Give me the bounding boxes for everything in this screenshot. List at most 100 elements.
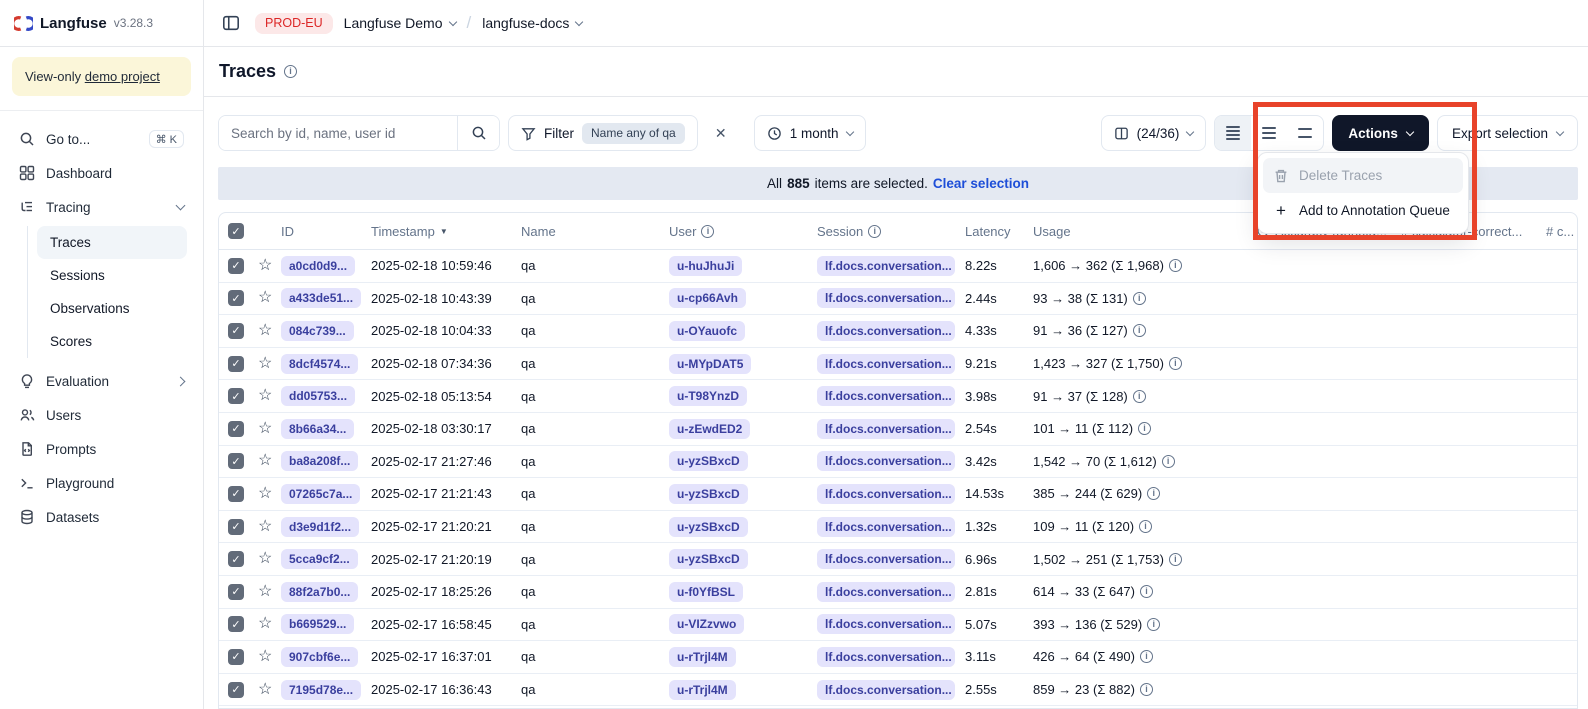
filter-button[interactable]: Filter Name any of qa — [508, 115, 698, 151]
column-header-latency[interactable]: Latency — [963, 224, 1031, 239]
column-header-session[interactable]: Sessioni — [815, 224, 963, 239]
trace-id-badge[interactable]: 907cbf6e... — [281, 647, 358, 667]
session-badge[interactable]: lf.docs.conversation... — [817, 582, 955, 602]
row-checkbox[interactable]: ✓ — [228, 486, 244, 502]
session-badge[interactable]: lf.docs.conversation... — [817, 549, 955, 569]
usage-info-icon[interactable]: i — [1162, 455, 1175, 468]
sidebar-item-observations[interactable]: Observations — [37, 292, 187, 325]
star-icon[interactable]: ☆ — [258, 356, 272, 372]
user-badge[interactable]: u-VIZzvwo — [669, 614, 744, 634]
usage-info-icon[interactable]: i — [1140, 683, 1153, 696]
user-badge[interactable]: u-f0YfBSL — [669, 582, 743, 602]
row-checkbox[interactable]: ✓ — [228, 453, 244, 469]
user-badge[interactable]: u-yzSBxcD — [669, 451, 748, 471]
sidebar-item-sessions[interactable]: Sessions — [37, 259, 187, 292]
session-badge[interactable]: lf.docs.conversation... — [817, 484, 955, 504]
row-checkbox[interactable]: ✓ — [228, 584, 244, 600]
star-icon[interactable]: ☆ — [258, 519, 272, 535]
usage-info-icon[interactable]: i — [1138, 422, 1151, 435]
sidebar-item-playground[interactable]: Playground — [10, 466, 193, 500]
column-header-name[interactable]: Name — [519, 224, 667, 239]
user-badge[interactable]: u-rTrjl4M — [669, 680, 736, 700]
row-checkbox[interactable]: ✓ — [228, 519, 244, 535]
usage-info-icon[interactable]: i — [1147, 618, 1160, 631]
usage-info-icon[interactable]: i — [1133, 390, 1146, 403]
row-checkbox[interactable]: ✓ — [228, 551, 244, 567]
row-checkbox[interactable]: ✓ — [228, 682, 244, 698]
row-checkbox[interactable]: ✓ — [228, 290, 244, 306]
star-icon[interactable]: ☆ — [258, 453, 272, 469]
trace-id-badge[interactable]: d3e9d1f2... — [281, 517, 359, 537]
menu-item-add-to-annotation-queue[interactable]: +Add to Annotation Queue — [1263, 193, 1463, 228]
trace-id-badge[interactable]: dd05753... — [281, 386, 355, 406]
star-icon[interactable]: ☆ — [258, 323, 272, 339]
sidebar-item-dashboard[interactable]: Dashboard — [10, 156, 193, 190]
usage-info-icon[interactable]: i — [1147, 487, 1160, 500]
user-badge[interactable]: u-OYauofc — [669, 321, 745, 341]
row-height-small-button[interactable] — [1215, 116, 1251, 150]
row-checkbox[interactable]: ✓ — [228, 649, 244, 665]
star-icon[interactable]: ☆ — [258, 290, 272, 306]
project-selector[interactable]: langfuse-docs — [482, 15, 582, 31]
row-checkbox[interactable]: ✓ — [228, 323, 244, 339]
user-badge[interactable]: u-zEwdED2 — [669, 419, 750, 439]
select-all-checkbox[interactable]: ✓ — [228, 223, 244, 239]
usage-info-icon[interactable]: i — [1140, 585, 1153, 598]
usage-info-icon[interactable]: i — [1140, 650, 1153, 663]
session-badge[interactable]: lf.docs.conversation... — [817, 386, 955, 406]
clear-filter-icon[interactable]: ✕ — [706, 118, 736, 148]
sidebar-item-goto[interactable]: Go to... ⌘ K — [10, 122, 193, 156]
row-checkbox[interactable]: ✓ — [228, 258, 244, 274]
column-header-usage[interactable]: Usage — [1031, 224, 1246, 239]
session-badge[interactable]: lf.docs.conversation... — [817, 354, 955, 374]
row-height-medium-button[interactable] — [1251, 116, 1287, 150]
star-icon[interactable]: ☆ — [258, 682, 272, 698]
star-icon[interactable]: ☆ — [258, 551, 272, 567]
user-badge[interactable]: u-MYpDAT5 — [669, 354, 751, 374]
session-badge[interactable]: lf.docs.conversation... — [817, 288, 955, 308]
column-info-icon[interactable]: i — [868, 225, 881, 238]
star-icon[interactable]: ☆ — [258, 649, 272, 665]
trace-id-badge[interactable]: b669529... — [281, 614, 354, 634]
trace-id-badge[interactable]: 7195d78e... — [281, 680, 361, 700]
sidebar-item-datasets[interactable]: Datasets — [10, 500, 193, 534]
row-height-large-button[interactable] — [1287, 116, 1323, 150]
column-info-icon[interactable]: i — [701, 225, 714, 238]
usage-info-icon[interactable]: i — [1133, 292, 1146, 305]
time-range-selector[interactable]: 1 month — [754, 115, 866, 151]
column-visibility-button[interactable]: (24/36) — [1101, 115, 1207, 151]
trace-id-badge[interactable]: ba8a208f... — [281, 451, 358, 471]
star-icon[interactable]: ☆ — [258, 486, 272, 502]
trace-id-badge[interactable]: 8dcf4574... — [281, 354, 358, 374]
usage-info-icon[interactable]: i — [1133, 324, 1146, 337]
column-header--c-[interactable]: # c... — [1536, 224, 1577, 239]
trace-id-badge[interactable]: 5cca9cf2... — [281, 549, 358, 569]
session-badge[interactable]: lf.docs.conversation... — [817, 680, 955, 700]
star-icon[interactable]: ☆ — [258, 421, 272, 437]
sidebar-item-users[interactable]: Users — [10, 398, 193, 432]
row-checkbox[interactable]: ✓ — [228, 356, 244, 372]
sidebar-item-tracing[interactable]: Tracing — [10, 190, 193, 224]
trace-id-badge[interactable]: a433de51... — [281, 288, 361, 308]
session-badge[interactable]: lf.docs.conversation... — [817, 517, 955, 537]
trace-id-badge[interactable]: 8b66a34... — [281, 419, 354, 439]
search-input[interactable] — [219, 116, 457, 150]
column-header-id[interactable]: ID — [279, 224, 369, 239]
column-header-timestamp[interactable]: Timestamp▼ — [369, 224, 519, 239]
session-badge[interactable]: lf.docs.conversation... — [817, 647, 955, 667]
star-icon[interactable]: ☆ — [258, 584, 272, 600]
session-badge[interactable]: lf.docs.conversation... — [817, 256, 955, 276]
sidebar-item-scores[interactable]: Scores — [37, 325, 187, 358]
menu-item-delete-traces[interactable]: Delete Traces — [1263, 158, 1463, 193]
export-selection-button[interactable]: Export selection — [1437, 115, 1578, 151]
user-badge[interactable]: u-T98YnzD — [669, 386, 747, 406]
session-badge[interactable]: lf.docs.conversation... — [817, 419, 955, 439]
user-badge[interactable]: u-rTrjl4M — [669, 647, 736, 667]
star-icon[interactable]: ☆ — [258, 616, 272, 632]
star-icon[interactable]: ☆ — [258, 258, 272, 274]
search-submit-icon[interactable] — [457, 116, 499, 150]
user-badge[interactable]: u-yzSBxcD — [669, 549, 748, 569]
trace-id-badge[interactable]: 07265c7a... — [281, 484, 360, 504]
demo-project-link[interactable]: demo project — [85, 69, 160, 84]
trace-id-badge[interactable]: 88f2a7b0... — [281, 582, 358, 602]
